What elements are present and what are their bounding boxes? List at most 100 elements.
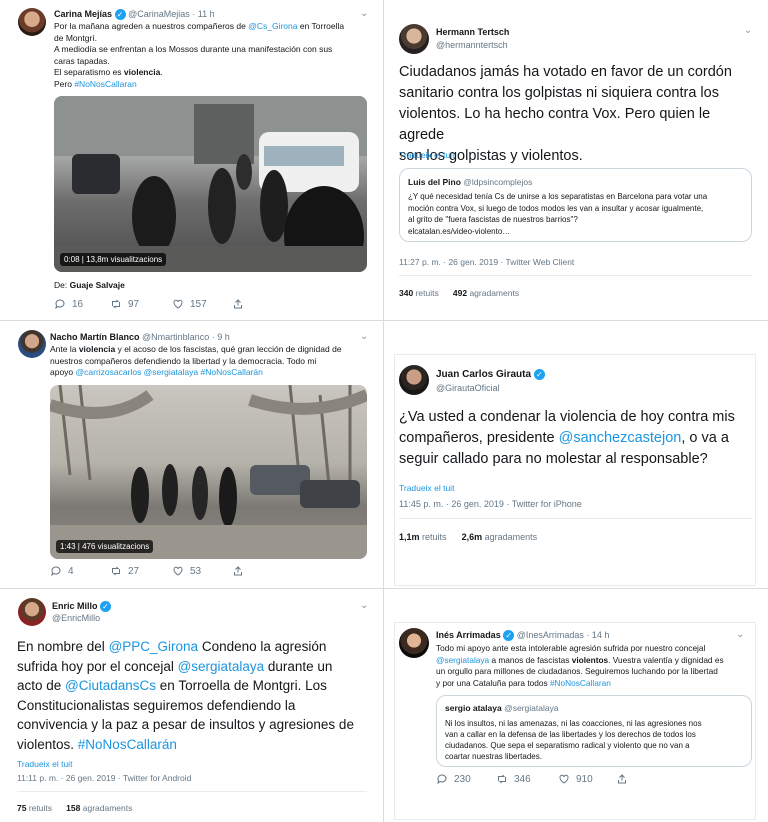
like-count[interactable]: 158 (66, 803, 80, 813)
like-count: 53 (190, 565, 202, 577)
tweet-text: a manos de fascistas (489, 654, 572, 665)
author-handle[interactable]: @hermanntertsch (436, 40, 508, 50)
like-label[interactable]: agradaments (469, 288, 519, 298)
retweet-button[interactable]: 97 (110, 298, 139, 310)
chevron-down-icon[interactable]: ⌄ (736, 630, 746, 640)
author-name[interactable]: Enric Millo (52, 601, 98, 611)
tweet-juan-carlos-girauta[interactable]: Juan Carlos Girauta ✓ @GirautaOficial ¿V… (384, 321, 768, 588)
author-handle[interactable]: @EnricMillo (52, 613, 100, 623)
tweet-time[interactable]: · 11 h (192, 9, 214, 19)
author-handle[interactable]: @Nmartinblanco (142, 332, 209, 342)
mention-link[interactable]: @sanchezcastejon (559, 430, 682, 446)
tweet-carina-mejias[interactable]: Carina Mejías ✓ @CarinaMejias · 11 h ⌄ P… (0, 0, 383, 320)
quoted-text: coartar nuestras libertades. (445, 752, 542, 761)
tweet-enric-millo[interactable]: Enric Millo ✓ @EnricMillo ⌄ En nombre de… (0, 589, 383, 822)
tweet-text: . Vuestra valentía y dignidad es (608, 654, 724, 665)
author-handle[interactable]: @InesArrimadas (517, 630, 584, 640)
reply-button[interactable]: 230 (436, 773, 471, 785)
retweet-label[interactable]: retuits (29, 803, 52, 813)
avatar[interactable] (18, 8, 46, 36)
tweet-timestamp[interactable]: 11:45 p. m. · 26 gen. 2019 · Twitter for… (399, 499, 582, 509)
translate-link[interactable]: Tradueix el tuit (399, 150, 454, 160)
author-name[interactable]: Hermann Tertsch (436, 27, 509, 37)
author-name[interactable]: Inés Arrimadas (436, 630, 501, 640)
quoted-text: ciudadanos. Que sepa el separatismo radi… (445, 741, 690, 750)
retweet-count[interactable]: 75 (17, 803, 26, 813)
avatar[interactable] (399, 365, 429, 395)
like-button[interactable]: 910 (558, 773, 593, 785)
mention-link[interactable]: @sergiatalaya (436, 655, 489, 665)
verified-badge-icon: ✓ (533, 369, 545, 380)
video-frame (54, 96, 367, 272)
tweet-hermann-tertsch[interactable]: Hermann Tertsch @hermanntertsch ⌄ Ciudad… (384, 0, 768, 320)
video-player[interactable]: 1:43 | 476 visualitzacions (50, 385, 367, 559)
author-name[interactable]: Nacho Martín Blanco (50, 332, 140, 342)
retweet-button[interactable]: 27 (110, 565, 139, 577)
retweet-label[interactable]: retuits (422, 532, 447, 542)
chevron-down-icon[interactable]: ⌄ (360, 332, 370, 342)
avatar[interactable] (399, 628, 429, 658)
like-label[interactable]: agradaments (83, 803, 133, 813)
reply-button[interactable]: 4 (50, 565, 74, 577)
quoted-tweet[interactable]: sergio atalaya @sergiatalaya Ni los insu… (436, 695, 752, 767)
tweet-text: El separatismo es (54, 67, 124, 77)
hashtag-link[interactable]: #NoNosCallaran (74, 79, 136, 89)
retweet-label[interactable]: retuits (416, 288, 439, 298)
tweet-stats: 75 retuits 158 agradaments (17, 803, 132, 813)
video-duration: 0:08 (64, 255, 80, 264)
tweet-ines-arrimadas[interactable]: Inés Arrimadas ✓ @InesArrimadas · 14 h ⌄… (384, 589, 768, 822)
mention-link[interactable]: @PPC_Girona (109, 639, 199, 654)
author-name[interactable]: Carina Mejías (54, 9, 112, 19)
video-source: De: Guaje Salvaje (54, 280, 125, 290)
mention-link[interactable]: @Cs_Girona (248, 21, 297, 31)
retweet-count[interactable]: 1,1m (399, 532, 420, 542)
tweet-text: y por una Cataluña para todos (436, 677, 550, 688)
source-name[interactable]: Guaje Salvaje (70, 280, 125, 290)
mention-link[interactable]: @sergiatalaya (178, 659, 265, 674)
tweet-time[interactable]: · 14 h (586, 630, 609, 640)
quoted-tweet[interactable]: Luis del Pino @ldpsincomplejos ¿Y qué ne… (399, 168, 752, 242)
divider (399, 518, 752, 519)
mention-link[interactable]: @CiutadansCs (65, 678, 156, 693)
avatar[interactable] (18, 330, 46, 358)
chevron-down-icon[interactable]: ⌄ (360, 601, 370, 611)
like-label[interactable]: agradaments (485, 532, 538, 542)
like-button[interactable]: 53 (172, 565, 201, 577)
tweet-stats: 1,1m retuits 2,6m agradaments (399, 532, 537, 542)
tweet-text: En nombre del (17, 639, 109, 654)
chevron-down-icon[interactable]: ⌄ (744, 26, 754, 36)
hashtag-link[interactable]: #NoNosCallaran (550, 678, 611, 688)
chevron-down-icon[interactable]: ⌄ (360, 9, 370, 19)
avatar[interactable] (399, 24, 429, 54)
translate-link[interactable]: Tradueix el tuit (17, 759, 72, 769)
tweet-timestamp[interactable]: 11:11 p. m. · 26 gen. 2019 · Twitter for… (17, 773, 191, 783)
quoted-text: van a callar en la defensa de las libert… (445, 730, 696, 739)
translate-link[interactable]: Tradueix el tuit (399, 483, 454, 493)
reply-button[interactable]: 16 (54, 298, 83, 310)
author-handle[interactable]: @GirautaOficial (436, 383, 500, 393)
hashtag-link[interactable]: #NoNosCallarán (78, 737, 177, 752)
like-count[interactable]: 2,6m (462, 532, 483, 542)
tweet-nacho-martin-blanco[interactable]: Nacho Martín Blanco @Nmartinblanco · 9 h… (0, 321, 383, 588)
avatar[interactable] (18, 598, 46, 626)
video-player[interactable]: 0:08 | 13,8m visualitzacions (54, 96, 367, 272)
mention-links[interactable]: @carrizosacarlos @sergiatalaya #NoNosCal… (76, 367, 263, 377)
author-handle[interactable]: @CarinaMejias (128, 9, 190, 19)
share-button[interactable] (232, 298, 244, 310)
like-count[interactable]: 492 (453, 288, 467, 298)
share-button[interactable] (232, 565, 244, 577)
tweet-text: sanitario contra los golpistas ni siquie… (399, 85, 719, 101)
retweet-icon (112, 566, 120, 576)
tweet-timestamp[interactable]: 11:27 p. m. · 26 gen. 2019 · Twitter Web… (399, 257, 574, 267)
retweet-button[interactable]: 346 (496, 773, 531, 785)
tweet-text: acto de (17, 678, 66, 693)
author-name[interactable]: Juan Carlos Girauta (436, 369, 531, 380)
retweet-count[interactable]: 340 (399, 288, 413, 298)
like-button[interactable]: 157 (172, 298, 207, 310)
tweet-time[interactable]: · 9 h (212, 332, 230, 342)
share-button[interactable] (616, 773, 628, 785)
tweet-text: violentos. Lo ha hecho contra Vox. Pero … (399, 106, 711, 143)
divider (17, 791, 367, 792)
tweet-text: ¿Va usted a condenar la violencia de hoy… (399, 409, 735, 425)
tweet-text: caras tapadas. (54, 55, 110, 66)
